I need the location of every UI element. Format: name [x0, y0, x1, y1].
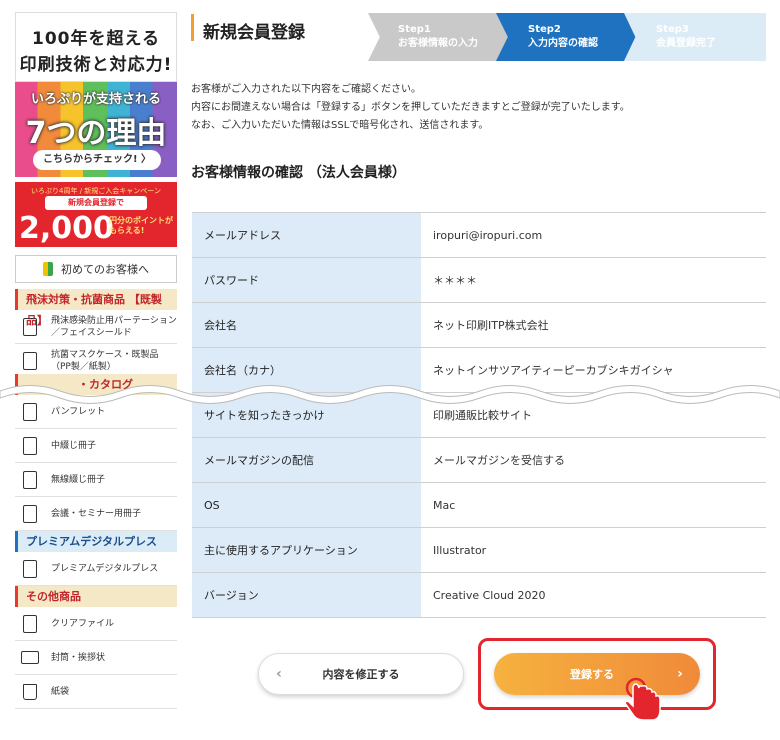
row-label: パスワード: [192, 258, 421, 302]
sidebar-item-paper-bag[interactable]: 紙袋: [15, 675, 177, 709]
step-progress: Step1 お客様情報の入力 Step2 入力内容の確認 Step3 会員登録完…: [368, 13, 766, 61]
banner-line-3: いろぷりが支持される: [30, 92, 161, 107]
step-1: Step1 お客様情報の入力: [368, 13, 516, 61]
row-label: 会社名: [192, 303, 421, 347]
campaign-suffix: 円分のポイントがもらえる!: [109, 216, 173, 235]
sidebar-item-seminar-booklet[interactable]: 会議・セミナー用冊子: [15, 497, 177, 531]
register-button[interactable]: 登録する ›: [494, 653, 700, 695]
section-title: お客様情報の確認 （法人会員様）: [191, 165, 406, 181]
step-label: 入力内容の確認: [528, 38, 598, 49]
first-visit-label: 初めてのお客様へ: [61, 263, 149, 276]
printer-icon: [15, 559, 45, 578]
row-label: メールアドレス: [192, 213, 421, 257]
sidebar-item-label: 中綴じ冊子: [51, 440, 97, 451]
banner-line-2: 印刷技術と対応力!: [19, 55, 173, 75]
banner-campaign[interactable]: いろぷり4周年 / 新規ご入会キャンペーン 新規会員登録で 2,000 円分のポ…: [15, 182, 177, 247]
campaign-amount: 2,000: [19, 211, 114, 246]
envelope-icon: [15, 651, 45, 664]
confirmation-table: メールアドレス iropuri@iropuri.com パスワード ＊＊＊＊ 会…: [192, 212, 766, 618]
booklet-icon: [15, 504, 45, 523]
beginner-leaf-icon: [43, 262, 53, 276]
table-row: パスワード ＊＊＊＊: [192, 258, 766, 303]
sidebar-item-label: クリアファイル: [51, 618, 115, 629]
table-row: バージョン Creative Cloud 2020: [192, 573, 766, 618]
sidebar-item-label: 紙袋: [51, 686, 70, 697]
step-2-current: Step2 入力内容の確認: [496, 13, 644, 61]
campaign-top-text: いろぷり4周年 / 新規ご入会キャンペーン: [31, 187, 161, 195]
sidebar-item-label: 無線綴じ冊子: [51, 474, 106, 485]
table-row: 主に使用するアプリケーション Illustrator: [192, 528, 766, 573]
table-row: メールアドレス iropuri@iropuri.com: [192, 213, 766, 258]
row-value: Mac: [421, 483, 766, 527]
sidebar-item-label: 封筒・挨拶状: [51, 652, 106, 663]
pamphlet-icon: [15, 402, 45, 421]
clear-file-icon: [15, 614, 45, 633]
row-value: iropuri@iropuri.com: [421, 213, 766, 257]
partition-icon: [15, 317, 45, 336]
banner-line-1: 100年を超える: [32, 29, 160, 49]
intro-line: お客様がご入力された以下内容をご確認ください。: [191, 84, 421, 95]
hand-pointer-icon: [624, 677, 661, 721]
sidebar-item-label: 抗菌マスクケース・既製品（PP製／紙製）: [51, 350, 159, 372]
sidebar-item-label: 飛沫感染防止用パーテーション／フェイスシールド: [51, 315, 177, 338]
row-value: ＊＊＊＊: [421, 258, 766, 302]
paper-bag-icon: [15, 683, 45, 700]
edit-content-button[interactable]: ‹ 内容を修正する: [258, 653, 464, 695]
category-heading-other: その他商品: [15, 586, 177, 607]
booklet-icon: [15, 436, 45, 455]
row-value: メールマガジンを受信する: [421, 438, 766, 482]
category-heading-antiviral: 飛沫対策・抗菌商品 【既製品】: [15, 289, 177, 327]
row-label: メールマガジンの配信: [192, 438, 421, 482]
chevron-left-icon: ‹: [276, 666, 282, 682]
banner-cta-button[interactable]: こちらからチェック! 〉: [33, 150, 161, 170]
mask-case-icon: [15, 352, 45, 370]
sidebar-item-premium-digital[interactable]: プレミアムデジタルプレス: [15, 552, 177, 586]
row-value: Creative Cloud 2020: [421, 573, 766, 617]
page-title: 新規会員登録: [203, 23, 305, 43]
booklet-icon: [15, 470, 45, 489]
step-label: お客様情報の入力: [398, 38, 478, 49]
campaign-pill: 新規会員登録で: [45, 196, 147, 210]
sidebar-item-perfect-bind[interactable]: 無線綴じ冊子: [15, 463, 177, 497]
table-row: メールマガジンの配信 メールマガジンを受信する: [192, 438, 766, 483]
intro-text: お客様がご入力された以下内容をご確認ください。 内容にお間違えない場合は「登録す…: [191, 81, 630, 135]
step-number: Step3: [656, 24, 689, 35]
step-number: Step2: [528, 24, 561, 35]
table-row: 会社名 ネット印刷ITP株式会社: [192, 303, 766, 348]
step-3: Step3 会員登録完了: [624, 13, 766, 61]
row-label: 主に使用するアプリケーション: [192, 528, 421, 572]
step-number: Step1: [398, 24, 431, 35]
sidebar-item-label: プレミアムデジタルプレス: [51, 563, 159, 574]
sidebar-item-saddle-stitch[interactable]: 中綴じ冊子: [15, 429, 177, 463]
page-break-wave: [0, 385, 780, 404]
sidebar-item-envelope[interactable]: 封筒・挨拶状: [15, 641, 177, 675]
category-heading-premium: プレミアムデジタルプレス: [15, 531, 177, 552]
step-label: 会員登録完了: [656, 38, 716, 49]
intro-line: なお、ご入力いただいた情報はSSLで暗号化され、送信されます。: [191, 120, 489, 131]
banner-seven-reasons[interactable]: 100年を超える 印刷技術と対応力! いろぷりが支持される 7つの理由 こちらか…: [15, 12, 177, 177]
banner-line-4: 7つの理由: [25, 116, 167, 151]
intro-line: 内容にお間違えない場合は「登録する」ボタンを押していただきますとご登録が完了いた…: [191, 102, 630, 113]
row-label: OS: [192, 483, 421, 527]
row-value: Illustrator: [421, 528, 766, 572]
table-row: OS Mac: [192, 483, 766, 528]
first-visit-button[interactable]: 初めてのお客様へ: [15, 255, 177, 283]
sidebar-item-label: パンフレット: [51, 406, 106, 417]
sidebar-item-mask-case[interactable]: 抗菌マスクケース・既製品（PP製／紙製）: [15, 344, 177, 378]
title-accent-bar: [191, 14, 194, 41]
row-value: ネット印刷ITP株式会社: [421, 303, 766, 347]
sidebar-item-clear-file[interactable]: クリアファイル: [15, 607, 177, 641]
sidebar: 100年を超える 印刷技術と対応力! いろぷりが支持される 7つの理由 こちらか…: [15, 12, 177, 709]
edit-content-label: 内容を修正する: [322, 668, 400, 681]
row-label: バージョン: [192, 573, 421, 617]
sidebar-item-label: 会議・セミナー用冊子: [51, 508, 142, 519]
